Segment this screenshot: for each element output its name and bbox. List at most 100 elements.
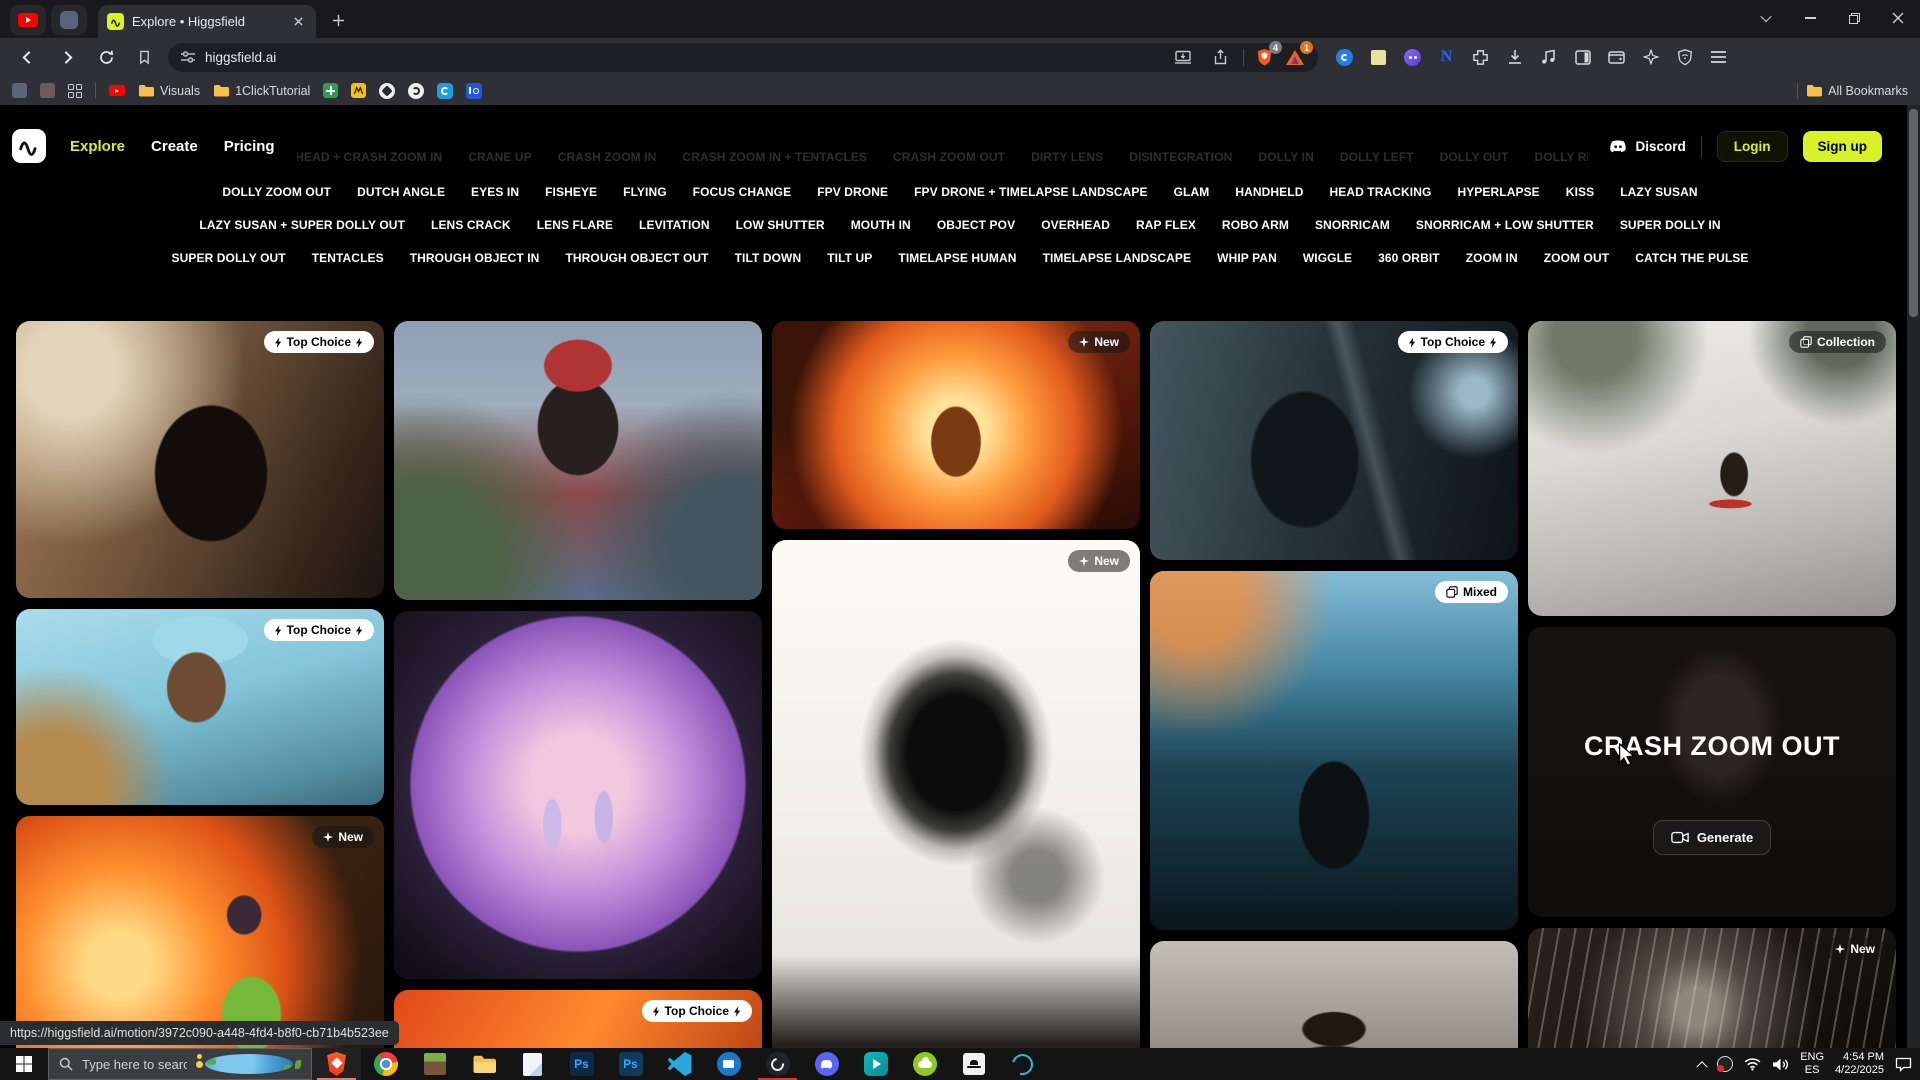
category-link[interactable]: CRASH ZOOM OUT xyxy=(893,150,1005,164)
category-link[interactable]: 360 ORBIT xyxy=(1378,251,1440,265)
taskbar-icon-vscode[interactable] xyxy=(655,1048,704,1080)
taskbar-icon-remote-desktop[interactable] xyxy=(704,1048,753,1080)
tray-chevron-up-icon[interactable] xyxy=(1698,1060,1706,1068)
category-link[interactable]: ZOOM IN xyxy=(1466,251,1518,265)
login-button[interactable]: Login xyxy=(1717,131,1788,162)
category-link[interactable]: EYES IN xyxy=(471,185,519,199)
taskbar-icon-s-app[interactable] xyxy=(998,1048,1047,1080)
taskbar-icon-photoshop[interactable]: Ps xyxy=(557,1048,606,1080)
video-card[interactable]: Top Choice xyxy=(394,990,762,1048)
video-card[interactable]: New xyxy=(16,816,384,1048)
category-link[interactable]: THROUGH OBJECT OUT xyxy=(565,251,708,265)
category-link[interactable]: SUPER DOLLY IN xyxy=(1620,218,1721,232)
start-button[interactable] xyxy=(0,1048,48,1080)
tray-obs-recording-icon[interactable] xyxy=(1717,1056,1733,1072)
pinned-tab-youtube[interactable] xyxy=(10,5,46,35)
tab-search-icon[interactable] xyxy=(1744,0,1788,36)
category-link[interactable]: LENS CRACK xyxy=(431,218,511,232)
video-card[interactable]: Top Choice xyxy=(16,609,384,805)
category-link[interactable]: OVERHEAD xyxy=(1041,218,1110,232)
speaker-icon[interactable] xyxy=(1772,1057,1789,1072)
video-card[interactable]: New xyxy=(772,321,1140,529)
bookmark-openai[interactable] xyxy=(379,83,395,99)
sidebar-icon[interactable] xyxy=(1572,47,1593,68)
category-link[interactable]: CRASH ZOOM IN xyxy=(558,150,657,164)
all-bookmarks-button[interactable]: All Bookmarks xyxy=(1806,84,1908,98)
close-button[interactable] xyxy=(1876,0,1920,36)
category-link[interactable]: SUPER DOLLY OUT xyxy=(172,251,286,265)
category-link[interactable]: KISS xyxy=(1566,185,1594,199)
wallet-icon[interactable] xyxy=(1606,47,1627,68)
taskbar-icon-photoshop-2[interactable]: Ps xyxy=(606,1048,655,1080)
higgsfield-logo[interactable] xyxy=(12,129,46,163)
apps-grid-icon[interactable] xyxy=(68,84,82,98)
language-switcher[interactable]: ENG ES xyxy=(1800,1051,1824,1077)
pinned-tab[interactable] xyxy=(51,5,87,35)
category-link[interactable]: MOUTH IN xyxy=(851,218,911,232)
category-link[interactable]: HEAD TRACKING xyxy=(1329,185,1431,199)
category-link[interactable]: TILT UP xyxy=(827,251,872,265)
bookmark-c-site[interactable] xyxy=(437,83,453,99)
category-link[interactable]: HYPERLAPSE xyxy=(1457,185,1539,199)
category-link[interactable]: HANDHELD xyxy=(1235,185,1303,199)
blue-g-extension-icon[interactable] xyxy=(1334,47,1355,68)
bookmark-swirl[interactable] xyxy=(408,83,424,99)
category-link[interactable]: DOLLY OUT xyxy=(1440,150,1509,164)
generate-button[interactable]: Generate xyxy=(1653,820,1771,855)
category-link[interactable]: ROBO ARM xyxy=(1222,218,1289,232)
extensions-puzzle-icon[interactable] xyxy=(1470,47,1491,68)
ai-robot-extension-icon[interactable] xyxy=(1402,47,1423,68)
taskbar-icon-file-explorer[interactable] xyxy=(459,1048,508,1080)
category-link[interactable]: FPV DRONE xyxy=(817,185,888,199)
category-link[interactable]: LOW SHUTTER xyxy=(736,218,825,232)
category-link[interactable]: CATCH THE PULSE xyxy=(1635,251,1748,265)
media-music-icon[interactable] xyxy=(1538,47,1559,68)
category-link[interactable]: ZOOM OUT xyxy=(1544,251,1609,265)
bookmark-sheets[interactable] xyxy=(323,83,338,98)
category-link[interactable]: LAZY SUSAN xyxy=(1620,185,1697,199)
video-card[interactable] xyxy=(394,611,762,979)
menu-hamburger-icon[interactable] xyxy=(1708,47,1729,68)
clock[interactable]: 4:54 PM 4/22/2025 xyxy=(1835,1051,1884,1077)
category-link[interactable]: GLAM xyxy=(1174,185,1210,199)
category-link[interactable]: WHIP PAN xyxy=(1217,251,1277,265)
share-icon[interactable] xyxy=(1206,43,1234,71)
taskbar-icon-discord[interactable] xyxy=(802,1048,851,1080)
n-extension-icon[interactable]: N xyxy=(1436,47,1457,68)
bookmark-midjourney[interactable] xyxy=(351,83,366,98)
category-link[interactable]: LENS FLARE xyxy=(537,218,613,232)
category-link[interactable]: TIMELAPSE HUMAN xyxy=(898,251,1016,265)
category-link[interactable]: THROUGH OBJECT IN xyxy=(410,251,540,265)
taskbar-icon-minecraft[interactable] xyxy=(410,1048,459,1080)
taskbar-icon-brave[interactable] xyxy=(312,1048,361,1080)
nav-pricing[interactable]: Pricing xyxy=(224,138,275,155)
category-link[interactable]: LEVITATION xyxy=(639,218,710,232)
downloads-icon[interactable] xyxy=(1504,47,1525,68)
url-text[interactable]: higgsfield.ai xyxy=(205,50,1160,65)
bookmark-folder-visuals[interactable]: Visuals xyxy=(138,84,200,98)
category-link[interactable]: DISINTEGRATION xyxy=(1129,150,1232,164)
video-card[interactable] xyxy=(394,321,762,600)
back-button[interactable] xyxy=(12,42,42,72)
reading-list-bookmark-icon[interactable] xyxy=(130,43,158,71)
category-link[interactable]: OBJECT POV xyxy=(937,218,1015,232)
reload-button[interactable] xyxy=(92,43,120,71)
active-tab[interactable]: Explore • Higgsfield xyxy=(98,5,316,38)
minimize-button[interactable] xyxy=(1788,0,1832,36)
tab-close-icon[interactable] xyxy=(290,13,307,30)
category-link[interactable]: FISHEYE xyxy=(545,185,597,199)
notes-extension-icon[interactable] xyxy=(1368,47,1389,68)
taskbar-search-input[interactable]: Type here to search xyxy=(48,1048,312,1080)
category-link[interactable]: FLYING xyxy=(623,185,667,199)
category-link[interactable]: FPV DRONE + TIMELAPSE LANDSCAPE xyxy=(914,185,1147,199)
page-scrollbar[interactable] xyxy=(1907,105,1920,1048)
taskbar-icon-cloud-backup[interactable] xyxy=(900,1048,949,1080)
category-link[interactable]: LAZY SUSAN + SUPER DOLLY OUT xyxy=(199,218,405,232)
category-link[interactable]: SNORRICAM + LOW SHUTTER xyxy=(1416,218,1594,232)
video-card[interactable]: New xyxy=(772,540,1140,1048)
taskbar-icon-chrome[interactable] xyxy=(361,1048,410,1080)
discord-link[interactable]: Discord xyxy=(1608,139,1685,154)
brave-shields-icon[interactable]: 4 xyxy=(1253,46,1275,68)
taskbar-icon-obs[interactable] xyxy=(753,1048,802,1080)
install-app-icon[interactable] xyxy=(1169,43,1197,71)
